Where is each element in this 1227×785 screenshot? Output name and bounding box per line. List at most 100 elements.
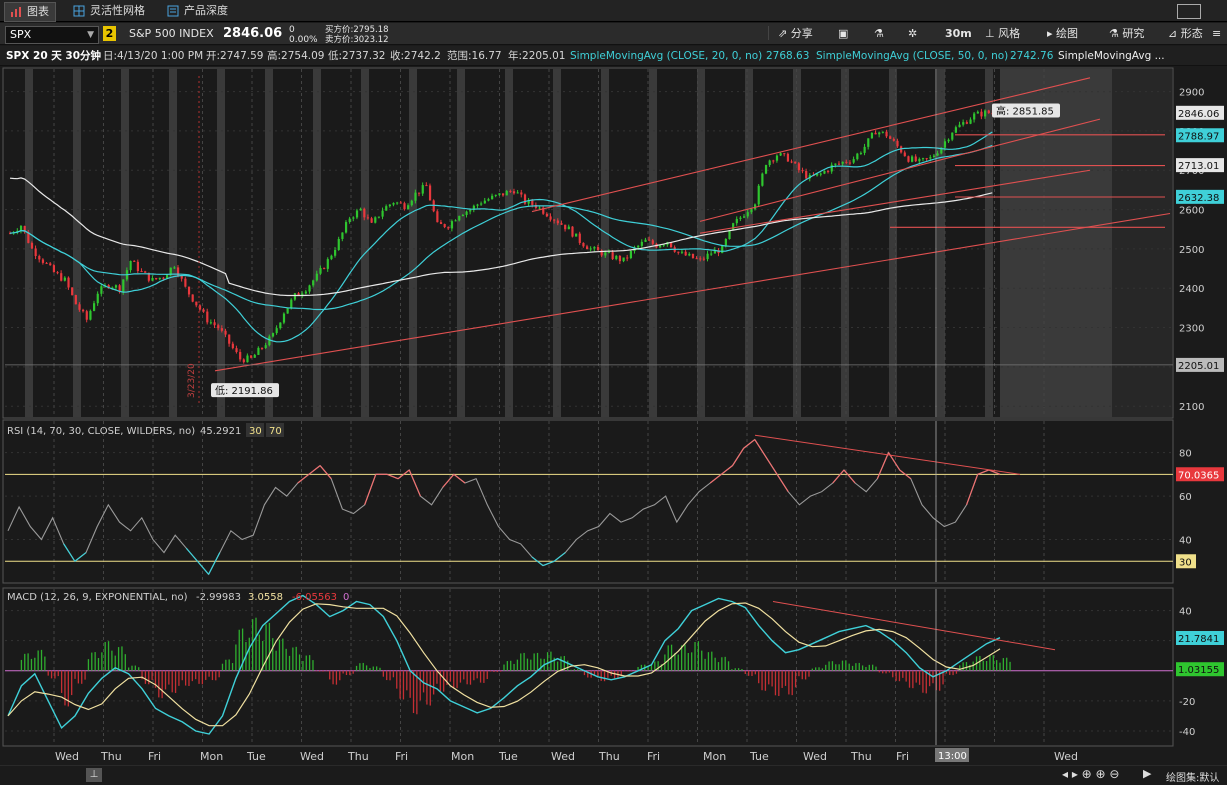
drawing-button[interactable]: ▸ 绘图 <box>1047 23 1078 45</box>
candle <box>764 165 768 174</box>
candle <box>282 313 286 323</box>
candle <box>538 207 541 209</box>
link-badge[interactable]: 2 <box>103 26 116 41</box>
candle <box>239 351 242 360</box>
candle <box>662 244 665 246</box>
candle <box>96 293 99 304</box>
candle <box>819 173 822 175</box>
candle <box>889 136 892 139</box>
candle <box>553 219 556 221</box>
zoom-controls[interactable]: ◂ ▸ ⊕ ⊕ ⊖ <box>1062 767 1119 781</box>
share-button[interactable]: ⇗ 分享 <box>778 23 813 45</box>
candle <box>947 139 950 142</box>
candle <box>498 193 501 195</box>
candle <box>271 333 275 337</box>
sma20-label[interactable]: SimpleMovingAvg (CLOSE, 20, 0, no) <box>570 46 762 66</box>
candle <box>746 212 749 217</box>
cursor-icon[interactable]: ▶ <box>1143 767 1151 780</box>
symbol-description: S&P 500 INDEX <box>129 27 214 40</box>
candle <box>30 242 34 249</box>
chart-canvas[interactable]: 3/23/20 高: 2851.85 低: 2191.86 RSI (14, 70,… <box>0 67 1227 765</box>
symbol-value: SPX <box>10 28 32 41</box>
candle <box>564 224 567 230</box>
candle <box>92 303 96 311</box>
candle <box>359 208 362 211</box>
rsi-ob-value: 30 <box>249 426 262 437</box>
candle <box>388 204 391 207</box>
candle <box>688 253 691 256</box>
candle <box>209 322 213 324</box>
tab-depth[interactable]: 产品深度 <box>162 2 234 20</box>
rsi-value: 45.2921 <box>200 426 241 437</box>
candle <box>403 203 406 210</box>
candle <box>834 163 837 165</box>
flask-icon: ⚗ <box>1109 27 1123 40</box>
x-tick-label: Wed <box>551 750 575 763</box>
timeframe-button[interactable]: 30m <box>945 23 972 45</box>
candle <box>874 132 877 135</box>
candle <box>344 222 348 233</box>
tab-flex-grid[interactable]: 灵活性网格 <box>68 2 151 20</box>
style-button[interactable]: ⊥ 风格 <box>985 23 1020 45</box>
drawing-set[interactable]: 绘图集:默认 <box>1166 769 1219 784</box>
candle <box>89 310 92 320</box>
candle <box>585 246 589 250</box>
candle <box>604 252 607 256</box>
candle <box>480 203 483 205</box>
candle <box>334 249 337 256</box>
candle <box>556 220 559 224</box>
candle <box>929 157 932 159</box>
rsi-tick-label: 60 <box>1179 492 1192 503</box>
candle <box>290 299 293 308</box>
candle <box>45 262 48 264</box>
candle <box>936 153 939 156</box>
candle <box>607 252 611 254</box>
patterns-button[interactable]: ⊿ 形态 <box>1168 23 1203 45</box>
candle <box>187 286 191 295</box>
candle <box>878 132 881 135</box>
candle <box>469 209 472 212</box>
symbol-input[interactable]: SPX ▼ <box>5 26 99 44</box>
candle <box>779 153 782 156</box>
sma200-label[interactable]: SimpleMovingAvg ... <box>1058 46 1165 66</box>
studies-button[interactable]: ⚗ 研究 <box>1109 23 1144 45</box>
macd-diff-tag: 1.03155 <box>1178 665 1219 676</box>
snapshot-icon[interactable]: ▣ <box>838 23 848 45</box>
candle <box>213 322 216 326</box>
candle <box>363 208 366 218</box>
chart-info-bar: SPX 20 天 30分钟 日:4/13/20 1:00 PM 开:2747.5… <box>0 46 1227 66</box>
tab-chart[interactable]: 图表 <box>4 2 56 22</box>
candle <box>911 156 914 162</box>
candle <box>648 239 651 241</box>
candle <box>114 285 118 288</box>
candle <box>428 185 432 201</box>
candle <box>71 287 74 296</box>
scroll-left-icon[interactable]: ⊥ <box>86 768 102 782</box>
candle <box>870 132 874 139</box>
macd-tick-label: -20 <box>1179 697 1195 708</box>
candle <box>355 210 359 218</box>
price-tick-label: 2900 <box>1179 88 1204 99</box>
flask-icon[interactable]: ⚗ <box>874 23 884 45</box>
x-tick-label: Tue <box>246 750 266 763</box>
candle <box>973 113 976 120</box>
candle <box>381 210 384 217</box>
maximize-icon[interactable] <box>1177 4 1201 19</box>
depth-icon <box>167 5 179 17</box>
bottom-bar: ⊥ ◂ ▸ ⊕ ⊕ ⊖ ▶ 绘图集:默认 <box>0 765 1227 785</box>
candle <box>439 222 443 225</box>
candle <box>52 265 56 273</box>
candle <box>680 251 684 253</box>
candle <box>801 170 804 172</box>
sma50-label[interactable]: SimpleMovingAvg (CLOSE, 50, 0, no) <box>816 46 1008 66</box>
candle <box>848 162 852 164</box>
candle <box>341 232 344 239</box>
menu-icon[interactable]: ≡ <box>1212 23 1221 45</box>
candle <box>881 131 884 133</box>
bar-chart-icon <box>11 7 21 17</box>
candle <box>761 173 764 186</box>
candle <box>304 291 307 294</box>
candle <box>954 127 958 133</box>
macd-diff-value: -6.05563 <box>292 592 337 603</box>
settings-gear-icon[interactable]: ✲ <box>908 23 917 45</box>
